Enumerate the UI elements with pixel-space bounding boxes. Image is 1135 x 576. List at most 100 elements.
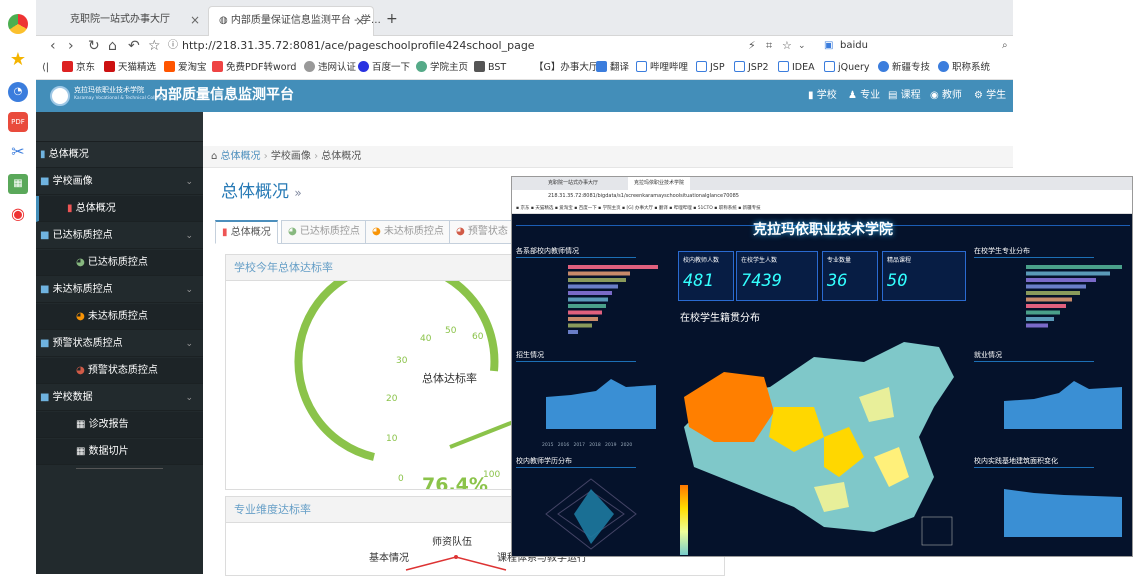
- sidebar-item-warning-sub[interactable]: ◕ 预警状态质控点: [36, 358, 203, 384]
- search-icon[interactable]: ⌕: [1002, 36, 1008, 56]
- bookmark-taobao[interactable]: 爱淘宝: [164, 61, 207, 75]
- reload-icon[interactable]: ↻: [88, 36, 100, 56]
- chevron-down-icon[interactable]: ⌄: [798, 36, 806, 56]
- nav-student[interactable]: ⚙ 学生: [974, 89, 1006, 103]
- bookmark-tmall[interactable]: 天猫精选: [104, 61, 156, 75]
- gauge-tick-label: 50: [445, 326, 457, 336]
- folder-icon: ■: [40, 230, 50, 241]
- bar: [1026, 284, 1086, 289]
- sidebar-item-slice[interactable]: ▦ 数据切片: [36, 439, 203, 465]
- bookmark-hall[interactable]: 【G】办事大厅: [534, 61, 598, 75]
- gauge-icon: ◕: [456, 226, 465, 237]
- url-field[interactable]: http://218.31.35.72:8081/ace/pageschoolp…: [182, 36, 535, 56]
- section-title: 就业情况: [974, 351, 1094, 362]
- bookmark-auth[interactable]: 违网认证: [304, 61, 356, 75]
- gauge-icon: ◕: [76, 311, 85, 322]
- bookmark-title-system[interactable]: 职称系统: [938, 61, 990, 75]
- practice-base-area-chart: [1004, 489, 1122, 537]
- browser-tab[interactable]: 克职院一站式办事大厅 ×: [46, 6, 208, 36]
- home-icon[interactable]: ⌂: [108, 36, 117, 56]
- bar: [1026, 310, 1060, 315]
- nav-teacher[interactable]: ◉ 教师: [930, 89, 962, 103]
- forward-icon[interactable]: ›: [68, 36, 74, 56]
- weibo-icon[interactable]: ◉: [8, 204, 28, 224]
- lightning-icon[interactable]: ⚡: [748, 36, 756, 56]
- sidebar-item-warning[interactable]: ■ 预警状态质控点 ⌄: [36, 331, 203, 357]
- sidebar-item-report[interactable]: ▦ 诊改报告: [36, 412, 203, 438]
- section-title: 在校学生专业分布: [974, 247, 1094, 258]
- gauge-icon: ◉: [930, 90, 939, 101]
- folder-icon: ■: [40, 338, 50, 349]
- sidebar-item-met[interactable]: ■ 已达标质控点 ⌄: [36, 223, 203, 249]
- sidebar-item-data[interactable]: ■ 学校数据 ⌄: [36, 385, 203, 411]
- kpi-students: 在校学生人数 7439: [736, 251, 818, 301]
- new-tab-button[interactable]: +: [376, 6, 408, 36]
- app-header: 克拉玛依职业技术学院 Karamay Vocational & Technica…: [36, 80, 1013, 112]
- star-icon[interactable]: ★: [8, 50, 28, 70]
- tools-icon[interactable]: ✂: [8, 142, 28, 162]
- nav-school[interactable]: ▮ 学校: [808, 89, 837, 103]
- bookmark-xinjiang[interactable]: 新疆专技: [878, 61, 930, 75]
- bar: [568, 304, 606, 308]
- tab-title: 克职院一站式办事大厅: [70, 14, 170, 25]
- sidebar: ▮ 总体概况 ■ 学校画像 ⌄ ▮ 总体概况 ■ 已达标质控点 ⌄ ◕ 已达标质控点…: [36, 112, 203, 574]
- undo-icon[interactable]: ↶: [128, 36, 140, 56]
- sidebar-item-portrait-overview[interactable]: ▮ 总体概况: [36, 196, 203, 222]
- china-map: [684, 342, 954, 546]
- bar: [1026, 291, 1080, 295]
- star-icon[interactable]: ☆: [782, 36, 792, 56]
- sidebar-collapse-divider[interactable]: [76, 468, 163, 469]
- pdf-icon[interactable]: PDF: [8, 112, 28, 132]
- bookmark-jsp2[interactable]: JSP2: [734, 61, 769, 75]
- info-icon: ⓘ: [168, 40, 178, 51]
- back-icon[interactable]: ‹: [50, 36, 56, 56]
- user-icon: ♟: [848, 90, 857, 101]
- sidebar-item-unmet-sub[interactable]: ◕ 未达标质控点: [36, 304, 203, 330]
- close-icon[interactable]: ×: [190, 6, 200, 34]
- apps-icon[interactable]: ▦: [8, 174, 28, 194]
- scan-icon[interactable]: ⌗: [766, 36, 772, 56]
- nav-major[interactable]: ♟ 专业: [848, 89, 880, 103]
- sidebar-item-met-sub[interactable]: ◕ 已达标质控点: [36, 250, 203, 276]
- gauge-arc: [294, 281, 499, 461]
- nav-course[interactable]: ▤ 课程: [888, 89, 921, 103]
- sidebar-item-portrait[interactable]: ■ 学校画像 ⌄: [36, 169, 203, 195]
- bookmark-jsp[interactable]: JSP: [696, 61, 725, 75]
- chevron-down-icon: ⌄: [185, 393, 193, 403]
- section-title: 各系部校内教师情况: [516, 247, 636, 258]
- breadcrumb-link[interactable]: 总体概况: [221, 151, 261, 162]
- browser-logo-icon[interactable]: [8, 14, 28, 34]
- star-icon[interactable]: ☆: [148, 36, 161, 56]
- section-title: 招生情况: [516, 351, 636, 362]
- tab-met[interactable]: ◕ 已达标质控点: [281, 220, 367, 244]
- close-icon[interactable]: ×: [355, 7, 365, 35]
- bookmark-pdf[interactable]: 免费PDF转word: [212, 61, 296, 75]
- browser-tab-active[interactable]: ◍ 内部质量保证信息监测平台 - 学… ×: [208, 6, 381, 36]
- sidebar-item-unmet[interactable]: ■ 未达标质控点 ⌄: [36, 277, 203, 303]
- clock-icon[interactable]: ◔: [8, 82, 28, 102]
- apps-icon[interactable]: ⟨|: [42, 61, 49, 75]
- tab-warning[interactable]: ◕ 预警状态: [449, 220, 515, 244]
- breadcrumb-link[interactable]: 学校画像: [271, 151, 311, 162]
- bookmark-jquery[interactable]: jQuery: [824, 61, 870, 75]
- bookmark-translate[interactable]: 翻译: [596, 61, 629, 75]
- bar: [568, 323, 592, 328]
- bookmark-jd[interactable]: 京东: [62, 61, 95, 75]
- sidebar-item-overview[interactable]: ▮ 总体概况: [36, 142, 203, 168]
- gauge-tick-label: 0: [398, 474, 404, 484]
- tab-overview[interactable]: ▮ 总体概况: [215, 220, 278, 244]
- bookmark-idea[interactable]: IDEA: [778, 61, 815, 75]
- map-legend: [680, 485, 688, 555]
- radar-chart: [405, 555, 507, 571]
- settings-icon: ⚙: [974, 90, 983, 101]
- page-title: 总体概况 »: [221, 182, 302, 202]
- bookmark-bilibili[interactable]: 哔哩哔哩: [636, 61, 688, 75]
- bar: [568, 284, 618, 289]
- bookmark-homepage[interactable]: 学院主页: [416, 61, 468, 75]
- bookmark-baidu[interactable]: 百度一下: [358, 61, 410, 75]
- bookmark-bst[interactable]: BST: [474, 61, 506, 75]
- search-field[interactable]: baidu: [840, 36, 868, 56]
- kpi-teachers: 校内教师人数 481: [678, 251, 734, 301]
- home-icon: ⌂: [211, 151, 218, 162]
- tab-unmet[interactable]: ◕ 未达标质控点: [365, 220, 451, 244]
